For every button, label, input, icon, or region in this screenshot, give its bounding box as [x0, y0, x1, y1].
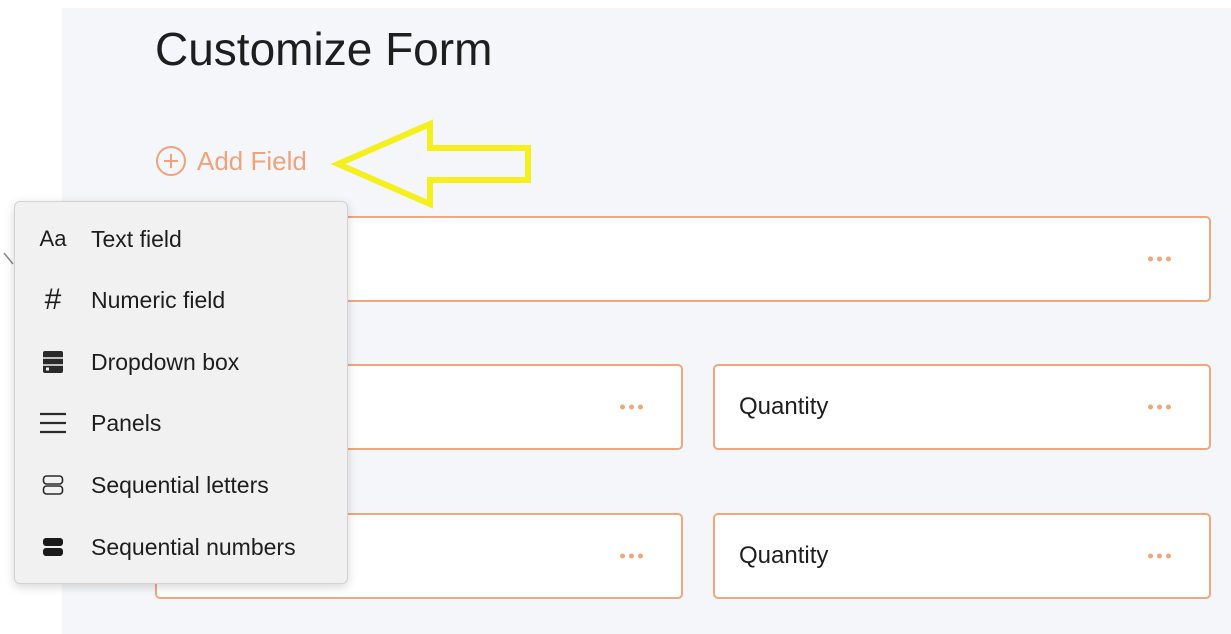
- menu-item-sequential-letters[interactable]: Sequential letters: [15, 457, 347, 513]
- more-icon[interactable]: [620, 404, 643, 410]
- plus-circle-icon: [156, 146, 186, 176]
- form-field-quantity-1[interactable]: Quantity: [713, 364, 1211, 450]
- menu-item-label: Dropdown box: [91, 348, 240, 375]
- menu-item-numeric-field[interactable]: # Numeric field: [15, 272, 347, 328]
- text-field-icon: Aa: [39, 226, 67, 251]
- more-icon[interactable]: [1148, 256, 1171, 262]
- more-icon[interactable]: [620, 553, 643, 559]
- menu-item-sequential-numbers[interactable]: Sequential numbers: [15, 519, 347, 575]
- add-field-label: Add Field: [197, 145, 307, 176]
- form-field-quantity-2[interactable]: Quantity: [713, 513, 1211, 599]
- sequential-letters-icon: [15, 474, 91, 496]
- menu-item-panels[interactable]: Panels: [15, 395, 347, 451]
- menu-item-label: Sequential numbers: [91, 533, 296, 560]
- menu-item-label: Text field: [91, 225, 182, 252]
- dropdown-box-icon: [15, 350, 91, 374]
- field-type-menu: Aa Text field # Numeric field Dropdown b…: [14, 201, 348, 584]
- panels-icon: [15, 412, 91, 434]
- more-icon[interactable]: [1148, 553, 1171, 559]
- annotation-arrow-icon: [330, 119, 531, 209]
- field-label: Quantity: [739, 542, 829, 569]
- menu-item-dropdown-box[interactable]: Dropdown box: [15, 334, 347, 390]
- field-label: Quantity: [739, 393, 829, 420]
- numeric-field-icon: #: [44, 283, 62, 316]
- menu-item-label: Panels: [91, 409, 162, 436]
- more-icon[interactable]: [1148, 404, 1171, 410]
- menu-item-label: Sequential letters: [91, 471, 269, 498]
- sequential-numbers-icon: [15, 536, 91, 558]
- menu-item-text-field[interactable]: Aa Text field: [15, 211, 347, 267]
- add-field-button[interactable]: Add Field: [155, 145, 307, 177]
- menu-item-label: Numeric field: [91, 286, 226, 313]
- page-title: Customize Form: [155, 23, 493, 75]
